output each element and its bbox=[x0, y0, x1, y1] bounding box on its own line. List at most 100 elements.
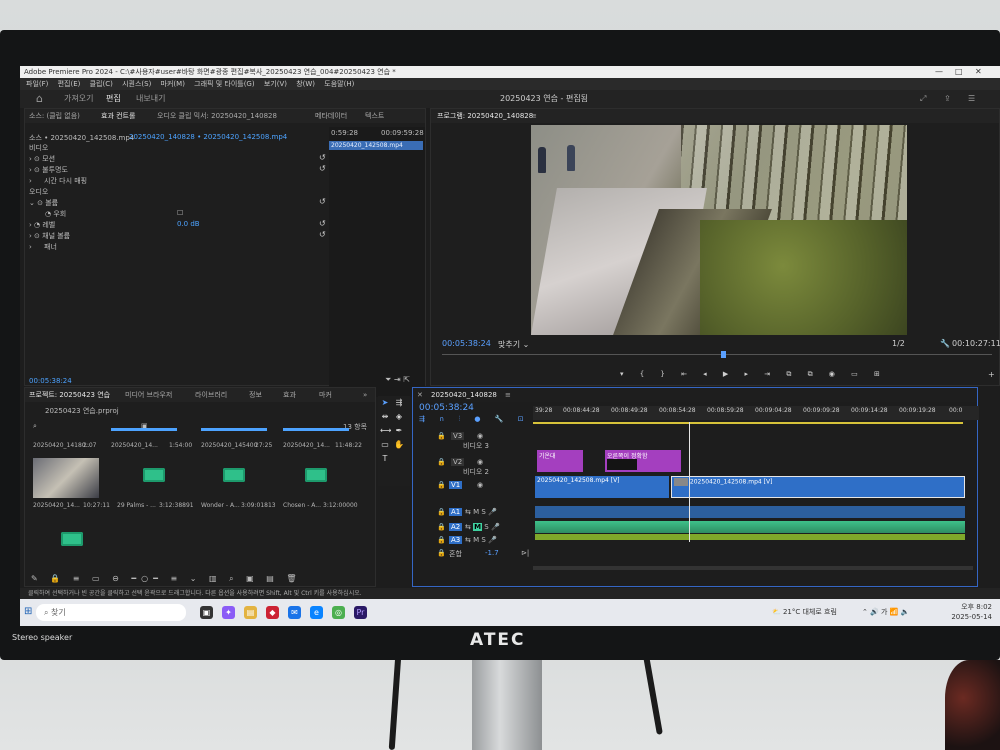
expand-icon[interactable]: › ⊙ bbox=[29, 155, 42, 163]
sync-icon[interactable]: ⇆ M S 🎤 bbox=[465, 536, 497, 544]
expand-icon[interactable]: › ⊙ bbox=[29, 232, 42, 240]
workspace-import[interactable]: 가져오기 bbox=[64, 90, 93, 108]
home-icon[interactable]: ⌂ bbox=[36, 90, 43, 108]
maximize-icon[interactable]: □ bbox=[955, 66, 963, 78]
reset-icon[interactable]: ↺ bbox=[319, 230, 326, 239]
tab-program[interactable]: 프로그램: 20250420_140828 bbox=[437, 109, 533, 123]
menu-clip[interactable]: 클립(C) bbox=[90, 80, 113, 88]
audio-waveform-icon[interactable] bbox=[305, 468, 327, 482]
timeline-timecode[interactable]: 00:05:38:24 bbox=[419, 403, 474, 413]
pen-tool-icon[interactable]: ✒ bbox=[394, 426, 404, 436]
reset-icon[interactable]: ↺ bbox=[319, 197, 326, 206]
lock-icon[interactable]: 🔒 bbox=[437, 536, 446, 544]
timeline-audio-clip-a2[interactable] bbox=[535, 521, 965, 533]
track-id[interactable]: V1 bbox=[449, 481, 463, 489]
more-tabs-icon[interactable]: » bbox=[363, 388, 367, 402]
collapse-icon[interactable]: ⌄ ⊙ bbox=[29, 199, 45, 207]
tab-markers[interactable]: 마커 bbox=[319, 388, 332, 402]
lock-icon[interactable]: 🔒 bbox=[437, 458, 446, 466]
ripple-edit-tool-icon[interactable]: ⇹ bbox=[380, 412, 390, 422]
track-id[interactable]: V2 bbox=[451, 458, 465, 466]
workspace-menu-icon[interactable]: ☰ bbox=[968, 90, 975, 108]
chrome-icon[interactable]: ◎ bbox=[332, 606, 345, 619]
weather-widget[interactable]: ⛅ 21°C 대체로 흐림 bbox=[772, 607, 837, 617]
track-select-tool-icon[interactable]: ⇶ bbox=[394, 398, 404, 408]
wrench-icon[interactable]: 🔧 bbox=[940, 339, 950, 348]
fit-dropdown[interactable]: 맞추기 ⌄ bbox=[498, 339, 529, 350]
lock-icon[interactable]: 🔒 bbox=[437, 523, 446, 531]
filter-icon[interactable]: ⏷ ⇥ ⇱ bbox=[385, 375, 410, 385]
sync-icon[interactable]: ⇆ M S 🎤 bbox=[465, 508, 497, 516]
menu-file[interactable]: 파일(F) bbox=[26, 80, 48, 88]
hand-tool-icon[interactable]: ✋ bbox=[394, 440, 404, 450]
timeline-audio-clip-a3[interactable] bbox=[535, 534, 965, 540]
workspace-edit[interactable]: 편집 bbox=[106, 90, 121, 110]
eye-icon[interactable]: ◉ bbox=[477, 481, 483, 489]
track-id[interactable]: A1 bbox=[449, 508, 463, 516]
timeline-clip-v1-selected[interactable]: 20250420_142508.mp4 [V] bbox=[671, 476, 965, 498]
level-value[interactable]: 0.0 dB bbox=[177, 220, 200, 228]
add-button-icon[interactable]: + bbox=[988, 370, 995, 379]
effect-row-time-remap[interactable]: › 시간 다시 매핑 bbox=[29, 176, 87, 186]
tab-sequence[interactable]: 20250420_140828 bbox=[431, 388, 497, 402]
rectangle-tool-icon[interactable]: ▭ bbox=[380, 440, 390, 450]
eye-icon[interactable]: ◉ bbox=[477, 432, 483, 440]
expand-icon[interactable]: › ⊙ bbox=[29, 166, 42, 174]
effect-row-panner[interactable]: › 패너 bbox=[29, 242, 57, 252]
audio-waveform-icon[interactable] bbox=[61, 532, 83, 546]
workspace-export[interactable]: 내보내기 bbox=[136, 90, 165, 108]
fullscreen-icon[interactable]: ⤢ bbox=[920, 90, 926, 108]
program-timecode[interactable]: 00:05:38:24 bbox=[442, 339, 491, 348]
audio-waveform-icon[interactable] bbox=[223, 468, 245, 482]
menu-sequence[interactable]: 시퀀스(S) bbox=[122, 80, 151, 88]
lock-icon[interactable]: 🔒 bbox=[437, 481, 446, 489]
razor-tool-icon[interactable]: ◈ bbox=[394, 412, 404, 422]
menu-edit[interactable]: 편집(E) bbox=[58, 80, 81, 88]
type-tool-icon[interactable]: T bbox=[380, 454, 390, 464]
lock-icon[interactable]: 🔒 bbox=[437, 432, 446, 440]
bypass-checkbox[interactable]: ☐ bbox=[177, 209, 183, 217]
timeline-scrollbar[interactable] bbox=[533, 566, 973, 570]
menu-graphics[interactable]: 그래픽 및 타이틀(G) bbox=[194, 80, 254, 88]
video-preview[interactable] bbox=[531, 125, 907, 335]
mix-end-icon[interactable]: ⊳| bbox=[521, 549, 529, 557]
eye-icon[interactable]: ◉ bbox=[477, 458, 483, 466]
track-id[interactable]: A2 bbox=[449, 523, 463, 531]
mix-value[interactable]: -1.7 bbox=[485, 549, 499, 557]
lock-icon[interactable]: 🔒 bbox=[437, 549, 446, 557]
project-thumbnail[interactable] bbox=[33, 458, 99, 498]
tab-source[interactable]: 소스: (클립 없음) bbox=[29, 109, 80, 123]
task-view-icon[interactable]: ▣ bbox=[200, 606, 213, 619]
store-icon[interactable]: ◆ bbox=[266, 606, 279, 619]
windows-start-icon[interactable]: ⊞ bbox=[24, 606, 32, 617]
reset-icon[interactable]: ↺ bbox=[319, 153, 326, 162]
tab-media-browser[interactable]: 미디어 브라우저 bbox=[125, 388, 172, 402]
project-footer-controls[interactable]: ✎ 🔒 ≡ ▭ ⊖ ━○━ ≡ ⌄ ▥ ⌕ ▣ ▤ 🗑 bbox=[31, 574, 301, 584]
tab-text[interactable]: 텍스트 bbox=[365, 109, 384, 123]
tab-effects[interactable]: 효과 bbox=[283, 388, 296, 402]
tab-libraries[interactable]: 라이브러리 bbox=[195, 388, 227, 402]
mail-icon[interactable]: ✉ bbox=[288, 606, 301, 619]
tray-icons[interactable]: ⌃ 🔊 가 📶 🔈 bbox=[862, 607, 909, 617]
tab-info[interactable]: 정보 bbox=[249, 388, 262, 402]
menu-help[interactable]: 도움말(H) bbox=[324, 80, 354, 88]
mini-timeline-clip[interactable]: 20250420_142508.mp4 bbox=[329, 141, 423, 150]
tab-audio-clip-mixer[interactable]: 오디오 클립 믹서: 20250420_140828 bbox=[157, 109, 277, 123]
resolution-dropdown[interactable]: 1/2 bbox=[892, 339, 905, 348]
expand-icon[interactable]: › bbox=[29, 177, 34, 185]
program-playhead[interactable] bbox=[721, 351, 726, 358]
timeline-tool-icons[interactable]: ⇶ ∩ ⫶ ● 🔧 ⊡ bbox=[419, 415, 530, 424]
effect-row-channel-volume[interactable]: › ⊙ 채널 볼륨 bbox=[29, 231, 70, 241]
track-id[interactable]: V3 bbox=[451, 432, 465, 440]
share-icon[interactable]: ⇪ bbox=[944, 90, 951, 108]
tab-project[interactable]: 프로젝트: 20250423 연습 bbox=[29, 388, 110, 402]
effect-row-opacity[interactable]: › ⊙ 불투명도 bbox=[29, 165, 68, 175]
transport-controls[interactable]: ▾ { } ⇤ ◂ ▶ ▸ ⇥ ⧉ ⧉ ◉ ▭ ⊞ bbox=[620, 370, 887, 379]
copilot-icon[interactable]: ✦ bbox=[222, 606, 235, 619]
expand-icon[interactable]: › bbox=[29, 243, 34, 251]
close-tab-icon[interactable]: ✕ bbox=[417, 388, 423, 402]
premiere-pro-icon[interactable]: Pr bbox=[354, 606, 367, 619]
timeline-clip-v1[interactable]: 20250420_142508.mp4 [V] bbox=[535, 476, 669, 498]
tab-effect-controls[interactable]: 효과 컨트롤 bbox=[101, 109, 135, 123]
panel-menu-icon[interactable]: ≡ bbox=[505, 388, 511, 402]
